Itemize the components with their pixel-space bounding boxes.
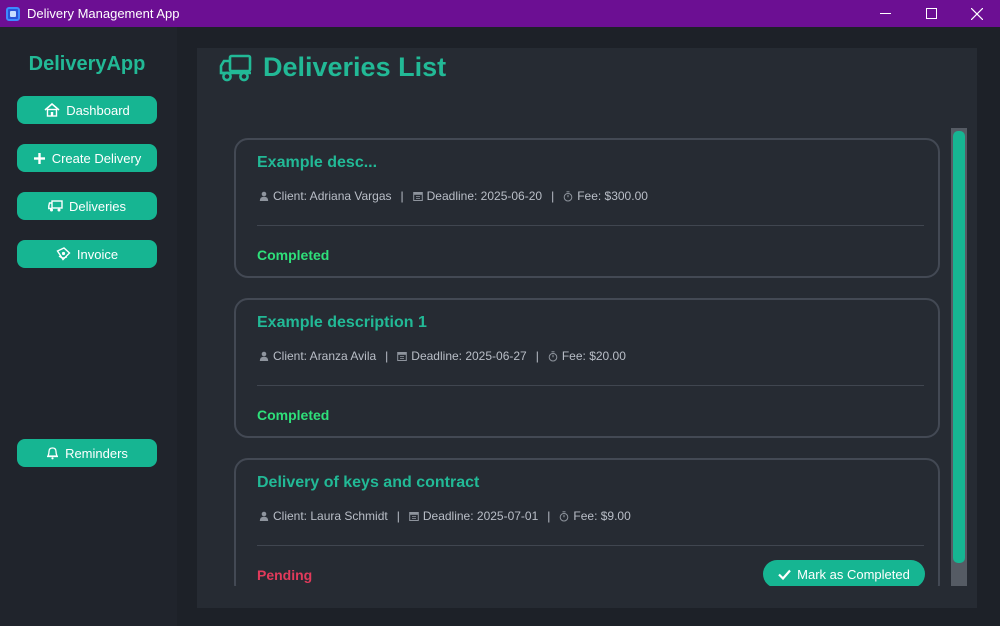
delivery-meta: Client: Laura Schmidt | Deadline: 2025-0… [259,509,631,523]
delivery-client: Client: Aranza Avila [273,349,377,363]
delivery-deadline: Deadline: 2025-07-01 [422,509,539,523]
delivery-card: Example desc... Client: Adriana Vargas |… [234,138,940,278]
title-bar: Delivery Management App [0,0,1000,27]
brand-name: DeliveryApp [28,53,146,75]
calendar-icon [412,192,423,201]
sidebar-item-create-delivery[interactable]: Create Delivery [17,144,157,172]
close-button[interactable] [954,0,1000,27]
sidebar-item-deliveries[interactable]: Deliveries [17,192,157,220]
delivery-meta: Client: Adriana Vargas | Deadline: 2025-… [259,189,648,203]
sidebar-item-label: Invoice [76,246,119,262]
delivery-client: Client: Laura Schmidt [273,509,388,523]
maximize-icon [925,8,937,19]
mark-as-completed-button[interactable]: Mark as Completed [763,560,925,586]
delivery-fee: Fee: $20.00 [561,349,626,363]
mark-as-completed-label: Mark as Completed [797,566,910,582]
deliveries-scrollbar[interactable] [951,128,967,586]
status-badge: Completed [257,407,330,423]
plus-icon [33,152,45,164]
page-header: Deliveries List [219,52,446,83]
close-icon [971,7,983,20]
card-divider [257,225,924,226]
sidebar-item-reminders[interactable]: Reminders [17,439,157,467]
card-divider [257,385,924,386]
home-icon [44,103,60,117]
status-badge: Completed [257,247,330,263]
delivery-description: Example desc... [257,154,378,171]
meta-separator: | [400,189,404,203]
checkmark-icon [778,569,791,580]
meta-separator: | [551,189,555,203]
page-title: Deliveries List [263,52,447,82]
window-controls [862,0,1000,27]
invoice-icon [56,247,71,261]
calendar-icon [397,352,408,361]
delivery-client: Client: Adriana Vargas [273,189,392,203]
stopwatch-icon [548,350,558,361]
sidebar-item-label: Deliveries [68,198,127,214]
delivery-meta: Client: Aranza Avila | Deadline: 2025-06… [259,349,626,363]
stopwatch-icon [560,510,569,521]
minimize-icon [879,13,891,14]
bell-icon [47,447,59,460]
delivery-fee: Fee: $300.00 [577,189,648,203]
calendar-icon [409,512,419,521]
stopwatch-icon [563,190,573,201]
meta-separator: | [547,509,551,523]
delivery-card: Delivery of keys and contract Client: La… [234,458,940,586]
app-icon [6,6,20,21]
sidebar-item-invoice[interactable]: Invoice [17,240,157,268]
sidebar-item-label: Reminders [65,445,128,461]
card-divider [257,545,924,546]
delivery-fee: Fee: $9.00 [573,509,631,523]
meta-separator: | [535,349,539,363]
person-icon [259,511,269,521]
person-icon [259,351,269,361]
meta-separator: | [396,509,400,523]
delivery-deadline: Deadline: 2025-06-27 [411,349,527,363]
delivery-description: Delivery of keys and contract [257,474,480,491]
scrollbar-thumb[interactable] [953,131,965,563]
truck-icon [219,54,252,81]
sidebar-item-dashboard[interactable]: Dashboard [17,96,157,124]
window-title: Delivery Management App [27,6,180,21]
delivery-deadline: Deadline: 2025-06-20 [426,189,543,203]
truck-icon [48,200,63,212]
meta-separator: | [385,349,389,363]
status-badge: Pending [257,567,313,583]
delivery-card: Example description 1 Client: Aranza Avi… [234,298,940,438]
delivery-description: Example description 1 [257,314,427,331]
deliveries-list: Example desc... Client: Adriana Vargas |… [234,128,944,586]
minimize-button[interactable] [862,0,908,27]
maximize-button[interactable] [908,0,954,27]
person-icon [259,191,269,201]
sidebar-item-label: Dashboard [66,102,130,118]
sidebar-item-label: Create Delivery [51,150,142,166]
